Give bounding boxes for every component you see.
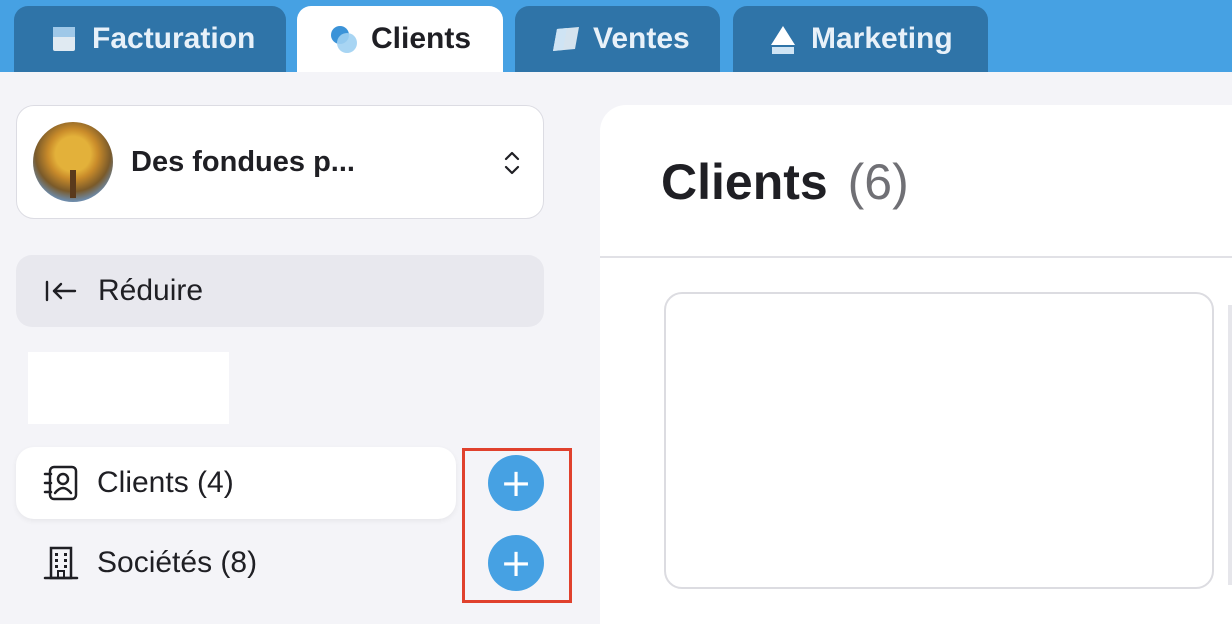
building-icon [43,546,79,580]
tab-marketing[interactable]: Marketing [733,6,988,72]
organization-avatar [33,122,113,202]
tab-facturation[interactable]: Facturation [14,6,286,72]
tab-label: Facturation [92,22,256,55]
organization-name: Des fondues p... [131,145,355,178]
page-title-count: (6) [847,154,909,210]
ventes-icon [551,25,579,53]
tab-label: Ventes [593,22,690,55]
clients-bubbles-icon [329,25,357,53]
page-title: Clients (6) [661,153,909,211]
tab-label: Clients [371,22,472,55]
organization-switcher[interactable]: Des fondues p... [16,105,544,219]
sidebar-item-label: Sociétés (8) [97,546,258,579]
contacts-book-icon [43,465,78,501]
sidebar-item-societes[interactable]: Sociétés (8) [16,527,456,599]
tab-label: Marketing [811,22,953,55]
page-title-text: Clients [661,154,828,210]
collapse-sidebar-button[interactable]: Réduire [16,255,544,327]
top-tab-bar: Facturation Clients Ventes Marketing [0,0,1232,72]
tab-ventes[interactable]: Ventes [515,6,720,72]
chevron-up-down-icon [504,151,520,175]
collapse-label: Réduire [98,274,204,307]
client-card[interactable] [664,292,1214,589]
marketing-icon [769,25,797,54]
invoice-icon [50,25,78,53]
next-card-edge [1228,305,1232,585]
blank-placeholder [28,352,229,424]
sidebar-item-clients[interactable]: Clients (4) [16,447,456,519]
main-panel: Clients (6) [600,105,1232,624]
tab-clients[interactable]: Clients [297,6,503,72]
main-header: Clients (6) [600,105,1232,258]
highlight-box [462,448,572,603]
sidebar-item-label: Clients (4) [97,466,234,499]
collapse-left-icon [45,280,77,302]
